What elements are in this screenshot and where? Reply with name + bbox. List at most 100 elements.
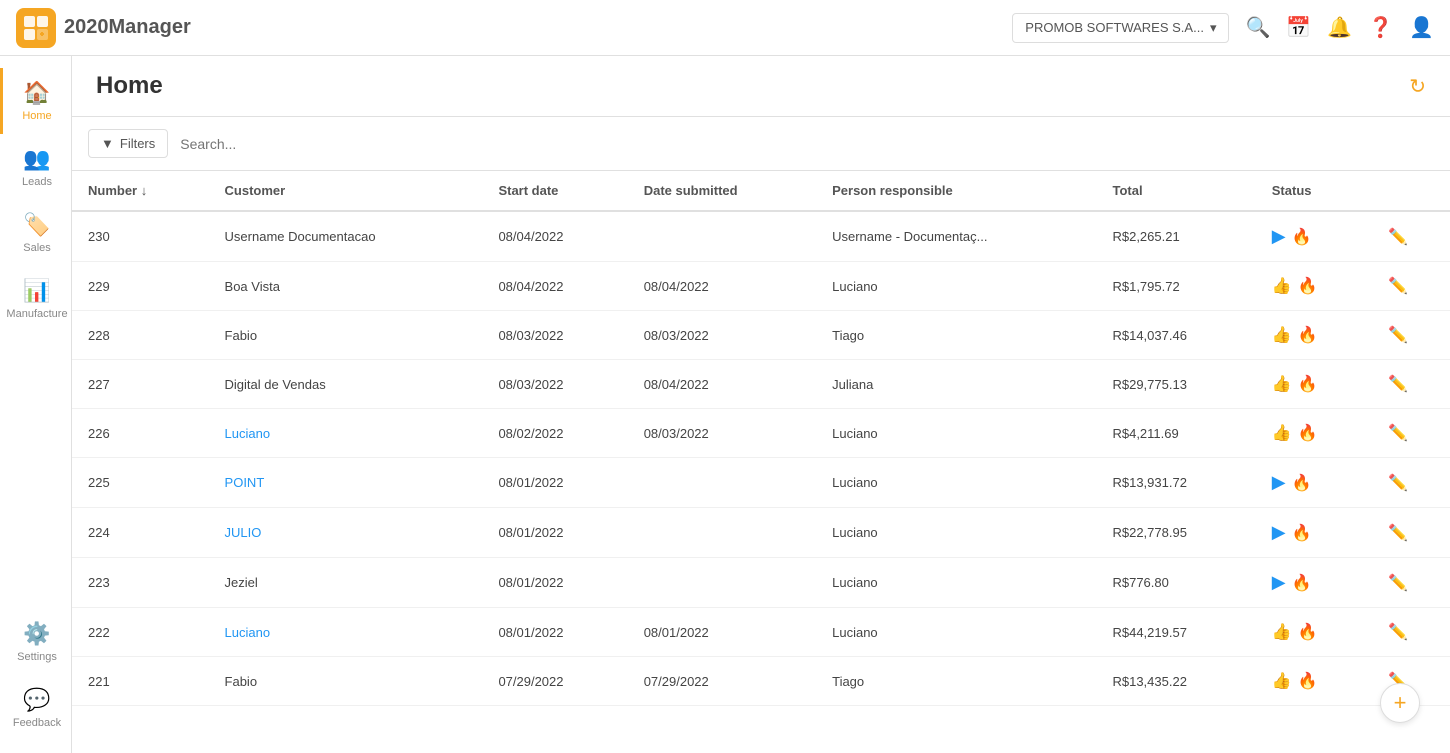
sidebar-item-manufacture[interactable]: 📊 Manufacture (0, 266, 71, 332)
cell-status: ▶🔥 (1256, 211, 1372, 262)
edit-icon[interactable]: ✏️ (1388, 278, 1408, 295)
edit-icon[interactable]: ✏️ (1388, 475, 1408, 492)
play-icon[interactable]: ▶ (1272, 572, 1286, 593)
cell-start-date: 08/03/2022 (482, 360, 627, 409)
cell-number: 224 (72, 508, 209, 558)
cell-person: Luciano (816, 558, 1096, 608)
edit-icon[interactable]: ✏️ (1388, 327, 1408, 344)
cell-number: 223 (72, 558, 209, 608)
table-row: 230Username Documentacao08/04/2022Userna… (72, 211, 1450, 262)
cell-edit[interactable]: ✏️ (1372, 608, 1450, 657)
cell-customer: Fabio (209, 311, 483, 360)
table-row: 221Fabio07/29/202207/29/2022TiagoR$13,43… (72, 657, 1450, 706)
cell-edit[interactable]: ✏️ (1372, 211, 1450, 262)
edit-icon[interactable]: ✏️ (1388, 229, 1408, 246)
thumb-up-icon[interactable]: 👍 (1272, 423, 1292, 443)
cell-edit[interactable]: ✏️ (1372, 262, 1450, 311)
edit-icon[interactable]: ✏️ (1388, 525, 1408, 542)
bell-icon[interactable]: 🔔 (1327, 15, 1352, 40)
cell-start-date: 08/04/2022 (482, 262, 627, 311)
filters-button[interactable]: ▼ Filters (88, 129, 168, 158)
sidebar-item-manufacture-label: Manufacture (6, 308, 67, 320)
company-selector[interactable]: PROMOB SOFTWARES S.A... ▾ (1012, 13, 1229, 43)
edit-icon[interactable]: ✏️ (1388, 376, 1408, 393)
home-icon: 🏠 (23, 80, 50, 106)
col-customer: Customer (209, 171, 483, 211)
play-icon[interactable]: ▶ (1272, 226, 1286, 247)
cell-edit[interactable]: ✏️ (1372, 311, 1450, 360)
search-input[interactable] (180, 136, 480, 152)
fire-icon[interactable]: 🔥 (1292, 573, 1312, 593)
cell-customer[interactable]: POINT (209, 458, 483, 508)
fire-icon[interactable]: 🔥 (1298, 671, 1318, 691)
sidebar-item-sales[interactable]: 🏷️ Sales (0, 200, 71, 266)
cell-date-submitted: 08/01/2022 (628, 608, 816, 657)
fire-icon[interactable]: 🔥 (1292, 473, 1312, 493)
cell-edit[interactable]: ✏️ (1372, 360, 1450, 409)
thumb-up-icon[interactable]: 👍 (1272, 276, 1292, 296)
cell-status: 👍🔥 (1256, 657, 1372, 706)
edit-icon[interactable]: ✏️ (1388, 425, 1408, 442)
play-icon[interactable]: ▶ (1272, 472, 1286, 493)
cell-person: Luciano (816, 409, 1096, 458)
add-button[interactable]: + (1380, 683, 1420, 723)
sidebar-item-feedback[interactable]: 💬 Feedback (0, 675, 71, 741)
sidebar-item-settings[interactable]: ⚙️ Settings (0, 609, 71, 675)
cell-number: 225 (72, 458, 209, 508)
cell-status: 👍🔥 (1256, 311, 1372, 360)
cell-customer[interactable]: Luciano (209, 608, 483, 657)
help-icon[interactable]: ❓ (1368, 15, 1393, 40)
cell-edit[interactable]: ✏️ (1372, 458, 1450, 508)
refresh-button[interactable]: ↻ (1409, 74, 1426, 99)
thumb-up-icon[interactable]: 👍 (1272, 374, 1292, 394)
user-icon[interactable]: 👤 (1409, 15, 1434, 40)
fire-icon[interactable]: 🔥 (1292, 227, 1312, 247)
cell-date-submitted: 08/03/2022 (628, 311, 816, 360)
thumb-up-icon[interactable]: 👍 (1272, 622, 1292, 642)
sidebar-item-home-label: Home (22, 110, 51, 122)
cell-date-submitted (628, 458, 816, 508)
cell-person: Luciano (816, 458, 1096, 508)
col-status: Status (1256, 171, 1372, 211)
cell-number: 227 (72, 360, 209, 409)
cell-edit[interactable]: ✏️ (1372, 409, 1450, 458)
cell-start-date: 08/01/2022 (482, 508, 627, 558)
play-icon[interactable]: ▶ (1272, 522, 1286, 543)
col-date-submitted: Date submitted (628, 171, 816, 211)
cell-edit[interactable]: ✏️ (1372, 558, 1450, 608)
table-row: 225POINT08/01/2022LucianoR$13,931.72▶🔥✏️ (72, 458, 1450, 508)
fire-icon[interactable]: 🔥 (1298, 325, 1318, 345)
cell-number: 228 (72, 311, 209, 360)
cell-customer[interactable]: Luciano (209, 409, 483, 458)
fire-icon[interactable]: 🔥 (1298, 374, 1318, 394)
company-name: PROMOB SOFTWARES S.A... (1025, 20, 1204, 35)
feedback-icon: 💬 (23, 687, 50, 713)
cell-total: R$29,775.13 (1096, 360, 1255, 409)
cell-start-date: 08/04/2022 (482, 211, 627, 262)
calendar-icon[interactable]: 📅 (1286, 15, 1311, 40)
topbar-right: PROMOB SOFTWARES S.A... ▾ 🔍 📅 🔔 ❓ 👤 (1012, 13, 1434, 43)
sidebar-item-leads[interactable]: 👥 Leads (0, 134, 71, 200)
thumb-up-icon[interactable]: 👍 (1272, 325, 1292, 345)
fire-icon[interactable]: 🔥 (1298, 423, 1318, 443)
search-icon[interactable]: 🔍 (1245, 15, 1270, 40)
sidebar-item-home[interactable]: 🏠 Home (0, 68, 71, 134)
cell-start-date: 08/03/2022 (482, 311, 627, 360)
cell-start-date: 08/01/2022 (482, 608, 627, 657)
cell-edit[interactable]: ✏️ (1372, 508, 1450, 558)
edit-icon[interactable]: ✏️ (1388, 624, 1408, 641)
cell-total: R$22,778.95 (1096, 508, 1255, 558)
cell-customer[interactable]: JULIO (209, 508, 483, 558)
logo-text: 2020Manager (64, 16, 191, 39)
topbar: 2020Manager PROMOB SOFTWARES S.A... ▾ 🔍 … (0, 0, 1450, 56)
fire-icon[interactable]: 🔥 (1292, 523, 1312, 543)
col-actions (1372, 171, 1450, 211)
table-row: 227Digital de Vendas08/03/202208/04/2022… (72, 360, 1450, 409)
fire-icon[interactable]: 🔥 (1298, 622, 1318, 642)
cell-total: R$1,795.72 (1096, 262, 1255, 311)
cell-total: R$4,211.69 (1096, 409, 1255, 458)
thumb-up-icon[interactable]: 👍 (1272, 671, 1292, 691)
fire-icon[interactable]: 🔥 (1298, 276, 1318, 296)
cell-date-submitted: 08/04/2022 (628, 262, 816, 311)
edit-icon[interactable]: ✏️ (1388, 575, 1408, 592)
